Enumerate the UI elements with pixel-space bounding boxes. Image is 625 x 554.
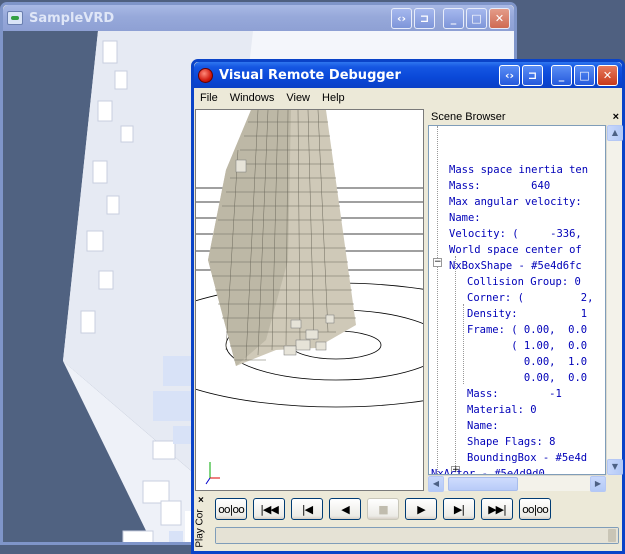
step-forward-button[interactable]: ▶| (443, 498, 475, 520)
stop-button[interactable]: ■ (367, 498, 399, 520)
step-back-button[interactable]: |◀ (291, 498, 323, 520)
swap-arrows-icon: ‹› (396, 11, 407, 25)
maximize-button[interactable]: □ (466, 7, 487, 29)
close-icon: ✕ (494, 11, 505, 25)
play-controls-tab: × Play Cor (195, 493, 209, 551)
step-back-icon: |◀ (301, 502, 313, 516)
play-controls-close-button[interactable]: × (198, 495, 204, 506)
horizontal-scroll-thumb[interactable] (448, 477, 518, 491)
tree-item[interactable]: NxActor - #5e4d9d0 (431, 466, 545, 474)
swap-button[interactable]: ‹› (499, 64, 520, 86)
tree-item[interactable]: Name: (467, 418, 499, 434)
play-controls-panel: × Play Cor oo|oo |◀◀ |◀ ◀ ■ ▶ ▶| ▶▶| oo|… (195, 493, 622, 551)
close-button[interactable]: ✕ (597, 64, 618, 86)
tree-item[interactable]: Corner: ( 2, (467, 290, 593, 306)
tree-item[interactable]: Mass: -1 (467, 386, 562, 402)
app-window-icon (7, 11, 23, 25)
close-button[interactable]: ✕ (489, 7, 510, 29)
tree-item[interactable]: 0.00, 1.0 (467, 354, 587, 370)
scroll-left-arrow-icon[interactable]: ◀ (428, 476, 444, 492)
close-icon: ✕ (602, 68, 613, 82)
minimize-button[interactable]: _ (443, 7, 464, 29)
tree-item[interactable]: ( 1.00, 0.0 (467, 338, 587, 354)
tree-item[interactable]: BoundingBox - #5e4d (467, 450, 587, 466)
tree-item[interactable]: Frame: ( 0.00, 0.0 (467, 322, 587, 338)
pin-icon: ⊐ (419, 11, 430, 25)
tree-item[interactable]: 0.00, 0.0 (467, 370, 587, 386)
tree-item[interactable]: Mass: 640 (449, 178, 550, 194)
loop-icon: oo|oo (218, 502, 245, 516)
skip-to-end-icon: ▶▶| (488, 502, 507, 516)
tree-item[interactable]: Mass space inertia ten (449, 162, 588, 178)
scroll-up-arrow-icon[interactable]: ▲ (607, 125, 623, 141)
menu-file[interactable]: File (194, 92, 224, 104)
play-reverse-button[interactable]: ◀ (329, 498, 361, 520)
play-button[interactable]: ▶ (405, 498, 437, 520)
playback-progress-thumb[interactable] (608, 529, 616, 542)
tree-item[interactable]: Collision Group: 0 (467, 274, 581, 290)
play-controls-label: Play Cor (194, 509, 206, 548)
maximize-icon: □ (471, 11, 482, 25)
vrd-window: Visual Remote Debugger ‹› ⊐ _ □ ✕ File W… (191, 59, 625, 554)
scene-tree[interactable]: − + Mass space inertia ten Mass: 640 Max… (428, 125, 606, 475)
swap-button[interactable]: ‹› (391, 7, 412, 29)
minimize-icon: _ (450, 11, 457, 25)
stop-icon: ■ (378, 502, 388, 516)
scene-browser-panel: Scene Browser × − + Mass space inertia t… (428, 109, 623, 492)
vrd-title: Visual Remote Debugger (219, 67, 401, 83)
pin-icon: ⊐ (527, 68, 538, 82)
tree-item[interactable]: Shape Flags: 8 (467, 434, 556, 450)
tree-item[interactable]: Name: (449, 210, 481, 226)
scroll-down-arrow-icon[interactable]: ▼ (607, 459, 623, 475)
menu-windows[interactable]: Windows (224, 92, 281, 104)
swap-arrows-icon: ‹› (504, 68, 515, 82)
playback-progress-fill (216, 528, 618, 543)
loop-start-button[interactable]: oo|oo (215, 498, 247, 520)
tower-scene-render (196, 110, 423, 485)
scene-browser-close-button[interactable]: × (613, 111, 619, 123)
rewind-to-start-button[interactable]: |◀◀ (253, 498, 285, 520)
tree-item[interactable]: NxBoxShape - #5e4d6fc (449, 258, 582, 274)
tree-item[interactable]: Material: 0 (467, 402, 537, 418)
menu-help[interactable]: Help (316, 92, 351, 104)
tree-item[interactable]: Max angular velocity: (449, 194, 582, 210)
vrd-titlebar[interactable]: Visual Remote Debugger ‹› ⊐ _ □ ✕ (194, 62, 622, 88)
loop-end-button[interactable]: oo|oo (519, 498, 551, 520)
maximize-icon: □ (579, 68, 590, 82)
tree-item[interactable]: Density: 1 (467, 306, 587, 322)
samplevrd-titlebar[interactable]: SampleVRD ‹› ⊐ _ □ ✕ (3, 5, 514, 31)
minimize-button[interactable]: _ (551, 64, 572, 86)
playback-progress-bar[interactable] (215, 527, 619, 544)
debugger-3d-viewport[interactable] (195, 109, 424, 491)
red-sphere-icon (198, 67, 213, 83)
scroll-right-arrow-icon[interactable]: ▶ (590, 476, 606, 492)
scene-tree-vertical-scrollbar[interactable]: ▲ ▼ (606, 125, 623, 475)
pin-button[interactable]: ⊐ (522, 64, 543, 86)
loop-icon: oo|oo (522, 502, 549, 516)
tree-item[interactable]: World space center of (449, 242, 582, 258)
minimize-icon: _ (558, 68, 565, 82)
fast-forward-to-end-button[interactable]: ▶▶| (481, 498, 513, 520)
play-reverse-icon: ◀ (341, 502, 350, 516)
play-icon: ▶ (417, 502, 426, 516)
step-forward-icon: ▶| (453, 502, 465, 516)
samplevrd-title: SampleVRD (29, 10, 115, 26)
collapse-icon[interactable]: − (433, 258, 442, 267)
scene-tree-horizontal-scrollbar[interactable]: ◀ ▶ (428, 475, 606, 492)
skip-to-start-icon: |◀◀ (260, 502, 279, 516)
scene-browser-header: Scene Browser × (428, 109, 622, 125)
pin-button[interactable]: ⊐ (414, 7, 435, 29)
maximize-button[interactable]: □ (574, 64, 595, 86)
menu-view[interactable]: View (280, 92, 316, 104)
menu-bar: File Windows View Help (194, 88, 622, 108)
tree-item[interactable]: Velocity: ( -336, (449, 226, 582, 242)
scene-browser-title: Scene Browser (431, 111, 506, 123)
